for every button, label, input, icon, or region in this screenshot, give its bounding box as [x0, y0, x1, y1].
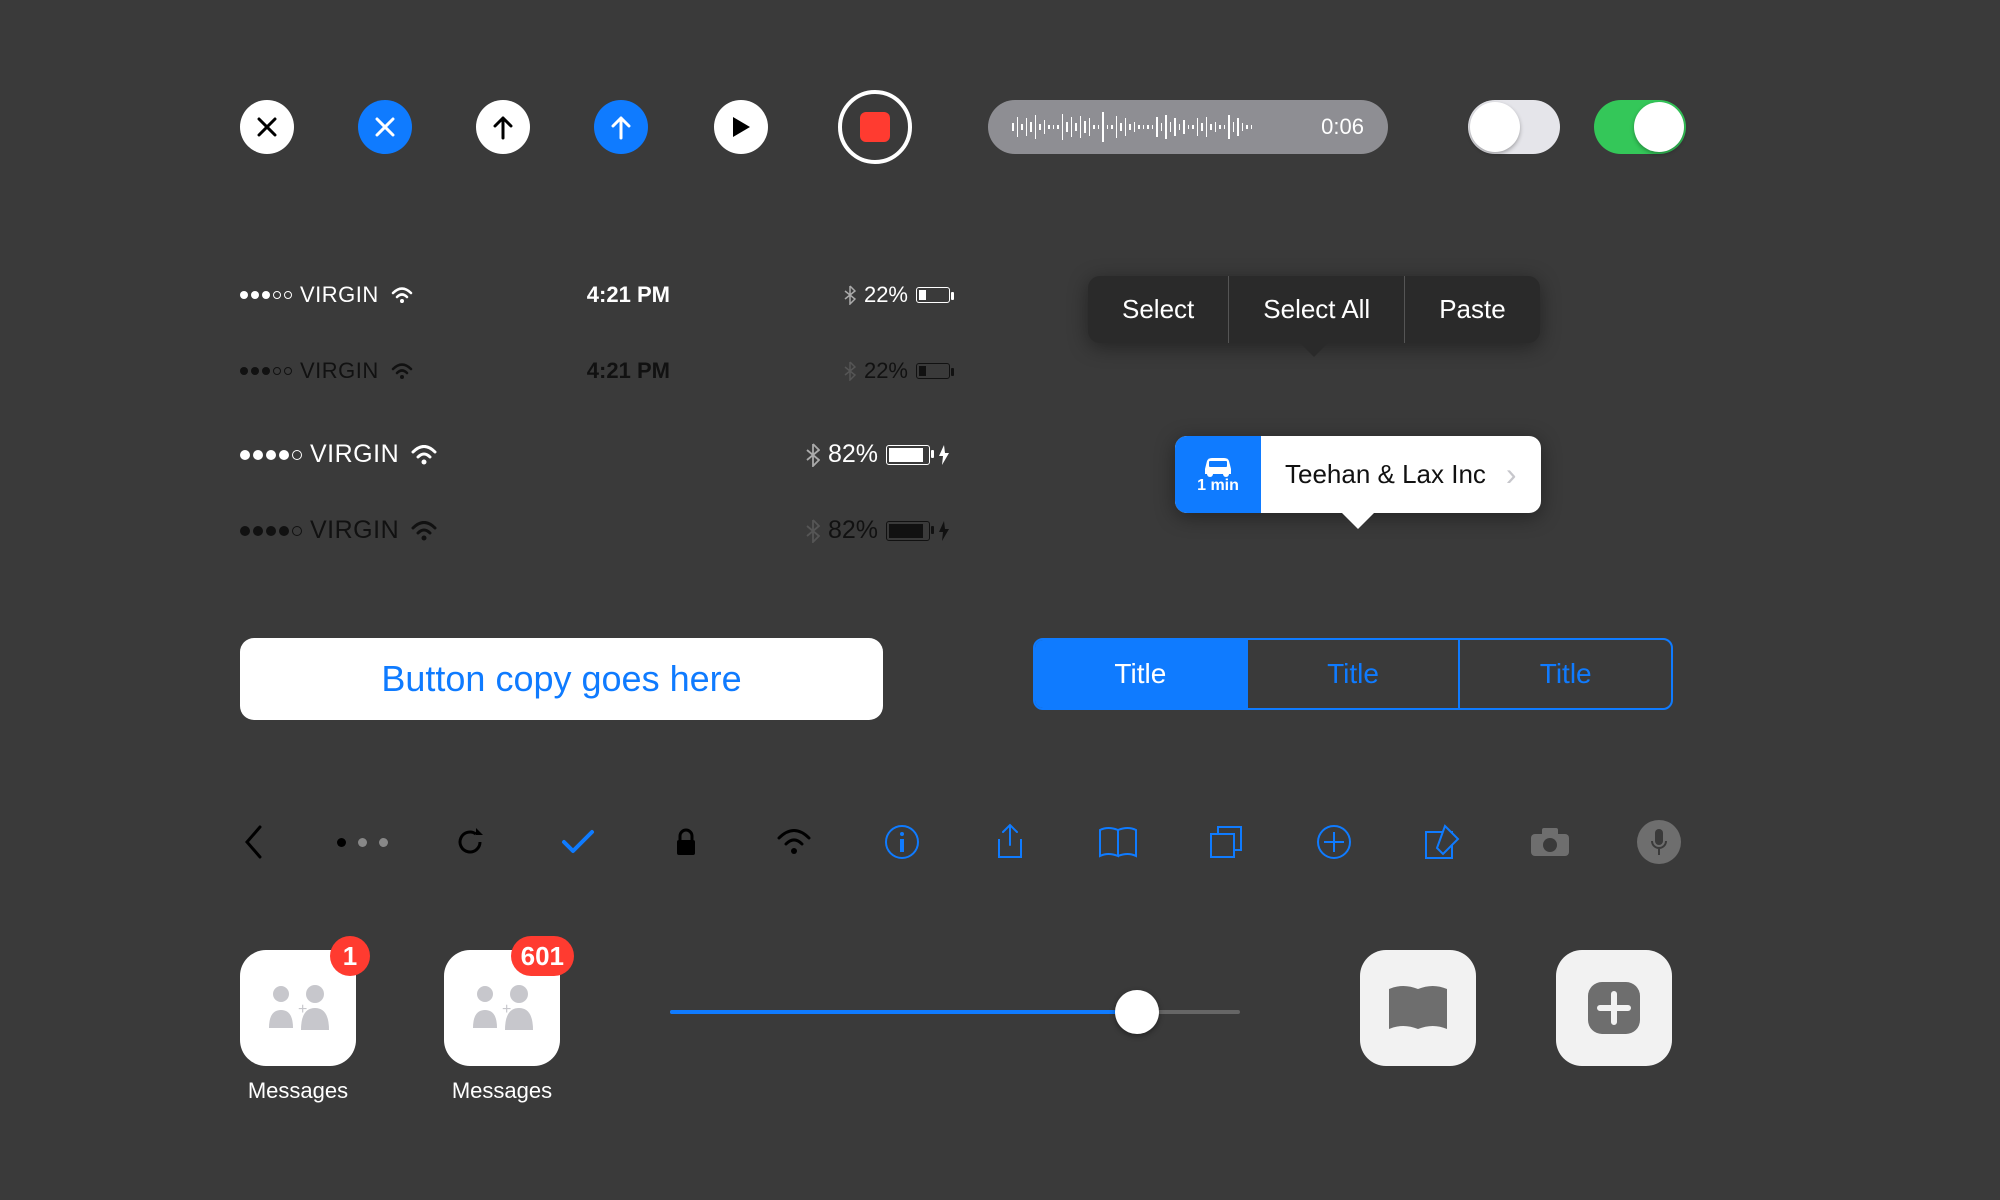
- carrier-label: VIRGIN: [300, 282, 379, 308]
- toolbar-icon-row: [233, 820, 1681, 864]
- people-icon: +: [261, 980, 335, 1036]
- status-time: 4:21 PM: [568, 282, 688, 308]
- wifi-icon: [391, 287, 413, 303]
- edit-menu-select[interactable]: Select: [1088, 276, 1229, 343]
- edit-menu-popover: Select Select All Paste: [1088, 276, 1540, 343]
- audio-waveform[interactable]: 0:06: [988, 100, 1388, 154]
- dock-icon-add[interactable]: [1556, 950, 1672, 1066]
- battery-pct: 82%: [828, 440, 878, 469]
- app-label: Messages: [444, 1078, 560, 1104]
- battery-icon: [886, 445, 930, 465]
- wifi-icon: [411, 521, 437, 541]
- book-icon: [1385, 983, 1451, 1033]
- page-indicator: [341, 821, 383, 863]
- toggle-off[interactable]: [1468, 100, 1560, 154]
- waveform-duration: 0:06: [1321, 114, 1364, 140]
- upload-button-blue[interactable]: [594, 100, 648, 154]
- signal-icon: [240, 291, 292, 299]
- back-icon[interactable]: [233, 821, 275, 863]
- close-button-white[interactable]: [240, 100, 294, 154]
- signal-icon: [240, 367, 292, 375]
- callout-eta: 1 min: [1197, 477, 1239, 495]
- app-icon-messages-2[interactable]: + 601: [444, 950, 560, 1066]
- record-button[interactable]: [838, 90, 912, 164]
- notification-badge: 1: [330, 936, 370, 976]
- status-bar-light-big: VIRGIN 82%: [240, 440, 950, 469]
- bluetooth-icon: [844, 285, 856, 305]
- checkmark-icon[interactable]: [557, 821, 599, 863]
- add-circle-icon[interactable]: [1313, 821, 1355, 863]
- share-icon[interactable]: [989, 821, 1031, 863]
- battery-pct: 22%: [864, 282, 908, 308]
- battery-icon: [886, 521, 930, 541]
- edit-menu-paste[interactable]: Paste: [1405, 276, 1540, 343]
- signal-icon: [240, 450, 302, 460]
- carrier-label: VIRGIN: [310, 516, 399, 545]
- toggle-on[interactable]: [1594, 100, 1686, 154]
- carrier-label: VIRGIN: [310, 440, 399, 469]
- upload-button-white[interactable]: [476, 100, 530, 154]
- primary-button[interactable]: Button copy goes here: [240, 638, 883, 720]
- wifi-icon[interactable]: [773, 821, 815, 863]
- charging-icon: [938, 445, 950, 465]
- car-icon: [1199, 455, 1237, 477]
- slider-fill: [670, 1010, 1137, 1014]
- status-bar-light-small: VIRGIN 4:21 PM 22%: [240, 282, 950, 308]
- tabs-icon[interactable]: [1205, 821, 1247, 863]
- notification-badge: 601: [511, 936, 574, 976]
- close-button-blue[interactable]: [358, 100, 412, 154]
- segment-1[interactable]: Title: [1248, 640, 1461, 708]
- bluetooth-icon: [844, 361, 856, 381]
- battery-pct: 22%: [864, 358, 908, 384]
- slider-thumb[interactable]: [1115, 990, 1159, 1034]
- info-icon[interactable]: [881, 821, 923, 863]
- add-icon: [1584, 978, 1644, 1038]
- microphone-icon[interactable]: [1637, 820, 1681, 864]
- toggle-knob: [1470, 102, 1520, 152]
- battery-icon: [916, 363, 950, 379]
- dock-icon-book[interactable]: [1360, 950, 1476, 1066]
- callout-leading: 1 min: [1175, 436, 1261, 513]
- battery-pct: 82%: [828, 516, 878, 545]
- play-icon: [730, 115, 752, 139]
- callout-title: Teehan & Lax Inc: [1285, 459, 1486, 490]
- svg-text:+: +: [502, 1001, 511, 1018]
- map-callout[interactable]: 1 min Teehan & Lax Inc ›: [1175, 436, 1541, 513]
- slider[interactable]: [670, 1010, 1240, 1014]
- toggle-knob: [1634, 102, 1684, 152]
- camera-icon[interactable]: [1529, 821, 1571, 863]
- app-icon-messages-1[interactable]: + 1: [240, 950, 356, 1066]
- bluetooth-icon: [806, 443, 820, 467]
- compose-icon[interactable]: [1421, 821, 1463, 863]
- book-icon[interactable]: [1097, 821, 1139, 863]
- close-icon: [373, 115, 397, 139]
- status-bar-dark-big: VIRGIN 82%: [240, 516, 950, 545]
- wifi-icon: [411, 445, 437, 465]
- people-icon: +: [465, 980, 539, 1036]
- charging-icon: [938, 521, 950, 541]
- status-bar-dark-small: VIRGIN 4:21 PM 22%: [240, 358, 950, 384]
- battery-icon: [916, 287, 950, 303]
- app-label: Messages: [240, 1078, 356, 1104]
- refresh-icon[interactable]: [449, 821, 491, 863]
- segment-0[interactable]: Title: [1035, 640, 1248, 708]
- status-time: 4:21 PM: [568, 358, 688, 384]
- close-icon: [255, 115, 279, 139]
- lock-icon[interactable]: [665, 821, 707, 863]
- wifi-icon: [391, 363, 413, 379]
- signal-icon: [240, 526, 302, 536]
- play-button[interactable]: [714, 100, 768, 154]
- edit-menu-select-all[interactable]: Select All: [1229, 276, 1405, 343]
- segment-2[interactable]: Title: [1460, 640, 1671, 708]
- segmented-control: Title Title Title: [1033, 638, 1673, 710]
- chevron-right-icon: ›: [1506, 456, 1517, 493]
- arrow-up-icon: [491, 114, 515, 140]
- carrier-label: VIRGIN: [300, 358, 379, 384]
- svg-text:+: +: [298, 1001, 307, 1018]
- record-icon: [860, 112, 890, 142]
- bluetooth-icon: [806, 519, 820, 543]
- arrow-up-icon: [609, 114, 633, 140]
- waveform-bars: [1012, 112, 1311, 142]
- primary-button-label: Button copy goes here: [381, 658, 741, 700]
